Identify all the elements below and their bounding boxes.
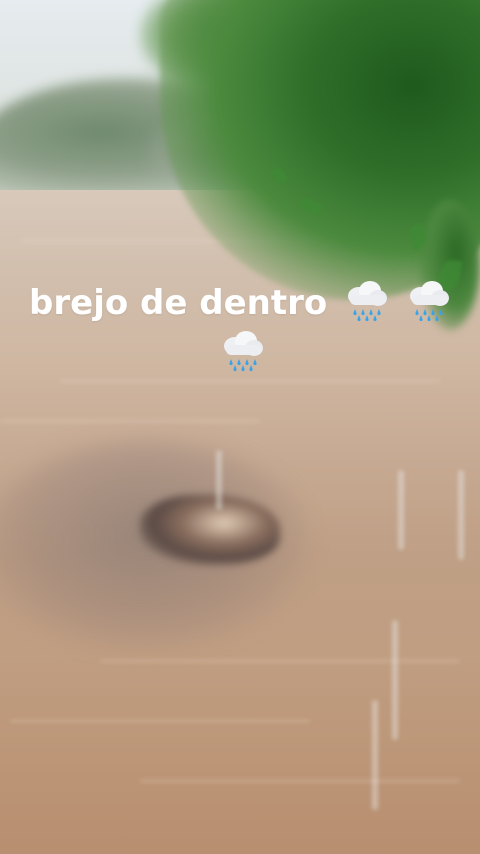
- cloud-with-rain-icon: [219, 328, 265, 372]
- water-streak: [140, 780, 460, 782]
- cloud-with-rain-icon: [343, 278, 389, 322]
- caption-line-1: brejo de dentro: [0, 278, 480, 328]
- water-streak: [10, 720, 310, 722]
- water-streak: [60, 380, 440, 382]
- cloud-with-rain-icon: [405, 278, 451, 322]
- water-streak: [100, 660, 460, 662]
- rain-streak: [216, 450, 222, 510]
- rain-streak: [398, 470, 404, 550]
- rain-streak: [392, 620, 398, 740]
- floating-debris: [140, 495, 280, 565]
- caption-text: brejo de dentro: [29, 283, 328, 323]
- caption-line-2: [0, 328, 480, 378]
- story-frame: brejo de dentro: [0, 0, 480, 854]
- water-streak: [0, 420, 260, 422]
- story-caption[interactable]: brejo de dentro: [0, 278, 480, 378]
- rain-streak: [458, 470, 464, 560]
- rain-streak: [372, 700, 378, 810]
